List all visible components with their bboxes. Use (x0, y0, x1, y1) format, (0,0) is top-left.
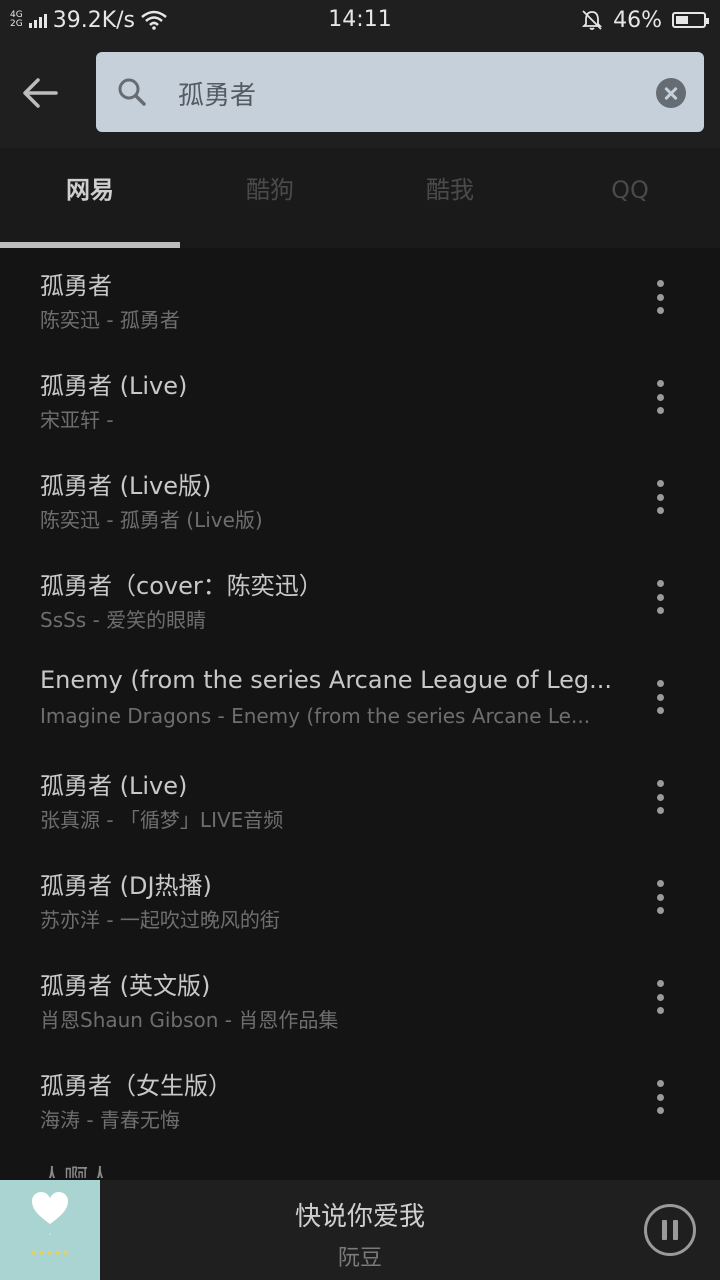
clear-search-icon[interactable] (656, 78, 686, 108)
song-title: 孤勇者 (Live版) (40, 472, 212, 500)
album-cover[interactable]: · ★★★★★ (0, 1180, 100, 1280)
list-item[interactable]: Enemy (from the series Arcane League of … (0, 648, 720, 748)
list-item[interactable]: 孤勇者 陈奕迅 - 孤勇者 (0, 248, 720, 348)
back-arrow-icon[interactable] (18, 70, 64, 116)
pause-button[interactable] (644, 1204, 696, 1256)
more-options-icon[interactable] (648, 280, 672, 314)
mini-player[interactable]: · ★★★★★ 快说你爱我 阮豆 (0, 1180, 720, 1280)
more-options-icon[interactable] (648, 880, 672, 914)
list-item[interactable]: 孤勇者 (Live) 张真源 - 「循梦」LIVE音频 (0, 748, 720, 848)
tab-netease[interactable]: 网易 (0, 148, 180, 248)
status-right: 46% (581, 0, 709, 40)
more-options-icon[interactable] (648, 980, 672, 1014)
search-icon (118, 78, 146, 106)
tab-kugou[interactable]: 酷狗 (180, 148, 360, 248)
song-title: 孤勇者 (Live) (40, 372, 188, 400)
song-title: 孤勇者 (英文版) (40, 972, 211, 1000)
song-subtitle: Imagine Dragons - Enemy (from the series… (40, 704, 591, 728)
song-title: 孤勇者 (Live) (40, 772, 188, 800)
battery-level (676, 16, 688, 24)
more-options-icon[interactable] (648, 380, 672, 414)
more-options-icon[interactable] (648, 1080, 672, 1114)
song-title: 孤勇者 (40, 272, 112, 300)
song-subtitle: 陈奕迅 - 孤勇者 (Live版) (40, 508, 263, 532)
song-title: 孤勇者 (DJ热播) (40, 872, 212, 900)
now-playing-title: 快说你爱我 (294, 1202, 425, 1232)
cover-decoration: · (48, 1230, 52, 1239)
song-title: 孤勇者（女生版） (40, 1072, 232, 1100)
list-item[interactable]: 孤勇者（cover：陈奕迅） SsSs - 爱笑的眼睛 (0, 548, 720, 648)
list-item[interactable]: 孤勇者 (Live) 宋亚轩 - (0, 348, 720, 448)
song-subtitle: 张真源 - 「循梦」LIVE音频 (40, 808, 284, 832)
more-options-icon[interactable] (648, 480, 672, 514)
list-item[interactable]: 孤勇者 (DJ热播) 苏亦洋 - 一起吹过晚风的街 (0, 848, 720, 948)
song-subtitle: 宋亚轩 - (40, 408, 114, 432)
song-subtitle: 陈奕迅 - 孤勇者 (40, 308, 180, 332)
list-item[interactable]: 孤勇者 (Live版) 陈奕迅 - 孤勇者 (Live版) (0, 448, 720, 548)
song-title: 孤勇者（cover：陈奕迅） (40, 572, 323, 600)
cover-stars: ★★★★★ (29, 1248, 71, 1257)
search-box (96, 52, 704, 132)
search-results-list: 孤勇者 陈奕迅 - 孤勇者 孤勇者 (Live) 宋亚轩 - 孤勇者 (Live… (0, 248, 720, 1178)
song-subtitle: 苏亦洋 - 一起吹过晚风的街 (40, 908, 280, 932)
more-options-icon[interactable] (648, 780, 672, 814)
list-item[interactable]: 孤勇者（女生版） 海涛 - 青春无悔 (0, 1048, 720, 1148)
source-tabs: 网易 酷狗 酷我 QQ (0, 148, 720, 248)
search-header (0, 40, 720, 148)
partially-visible-list-item[interactable]: 人啊人 (40, 1158, 112, 1178)
song-subtitle: 肖恩Shaun Gibson - 肖恩作品集 (40, 1008, 339, 1032)
list-item[interactable]: 孤勇者 (英文版) 肖恩Shaun Gibson - 肖恩作品集 (0, 948, 720, 1048)
tab-qq[interactable]: QQ (540, 148, 720, 248)
more-options-icon[interactable] (648, 680, 672, 714)
song-subtitle: 海涛 - 青春无悔 (40, 1108, 180, 1132)
now-playing-artist: 阮豆 (337, 1246, 382, 1271)
battery-icon (672, 12, 709, 28)
song-subtitle: SsSs - 爱笑的眼睛 (40, 608, 207, 632)
song-title: Enemy (from the series Arcane League of … (40, 666, 613, 694)
mute-bell-icon (581, 10, 603, 30)
heart-icon (32, 1192, 68, 1224)
search-input[interactable] (176, 70, 630, 116)
battery-percent: 46% (613, 7, 662, 33)
tab-kuwo[interactable]: 酷我 (360, 148, 540, 248)
status-bar: 4G 2G 39.2K/s 14:11 46% (0, 0, 720, 40)
more-options-icon[interactable] (648, 580, 672, 614)
